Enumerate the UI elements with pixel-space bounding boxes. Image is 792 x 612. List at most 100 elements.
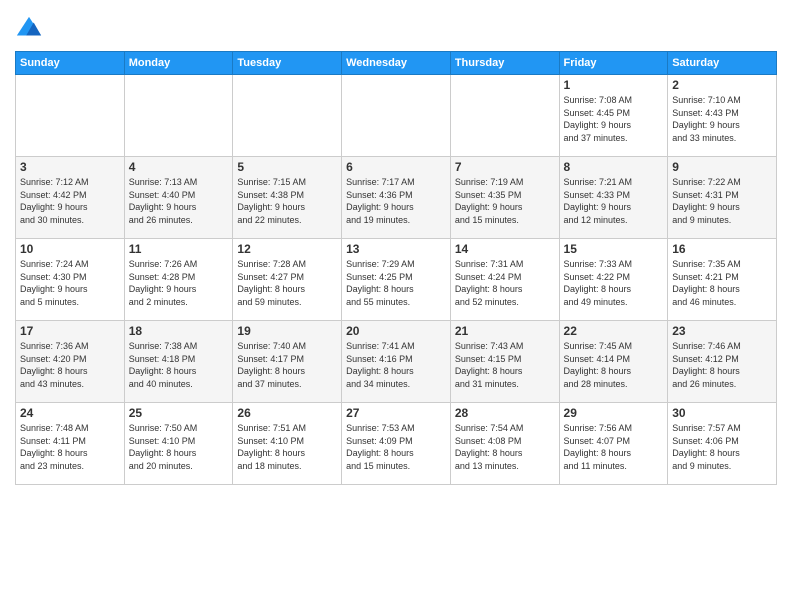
day-number: 13 [346, 242, 446, 256]
calendar-cell: 30 Sunrise: 7:57 AM Sunset: 4:06 PM Dayli… [668, 403, 777, 485]
weekday-header-friday: Friday [559, 52, 668, 75]
calendar-cell [342, 75, 451, 157]
day-info: Sunrise: 7:36 AM Sunset: 4:20 PM Dayligh… [20, 340, 120, 390]
day-number: 24 [20, 406, 120, 420]
day-info: Sunrise: 7:08 AM Sunset: 4:45 PM Dayligh… [564, 94, 664, 144]
day-info: Sunrise: 7:57 AM Sunset: 4:06 PM Dayligh… [672, 422, 772, 472]
day-number: 26 [237, 406, 337, 420]
calendar-cell: 27 Sunrise: 7:53 AM Sunset: 4:09 PM Dayli… [342, 403, 451, 485]
calendar-cell [16, 75, 125, 157]
calendar-cell: 25Sunrise: 7:50 AM Sunset: 4:10 PM Dayli… [124, 403, 233, 485]
weekday-header-tuesday: Tuesday [233, 52, 342, 75]
day-number: 20 [346, 324, 446, 338]
calendar-cell: 28 Sunrise: 7:54 AM Sunset: 4:08 PM Dayli… [450, 403, 559, 485]
day-info: Sunrise: 7:15 AM Sunset: 4:38 PM Dayligh… [237, 176, 337, 226]
calendar-row-4: 24 Sunrise: 7:48 AM Sunset: 4:11 PM Dayli… [16, 403, 777, 485]
day-number: 10 [20, 242, 120, 256]
day-number: 1 [564, 78, 664, 92]
day-info: Sunrise: 7:10 AM Sunset: 4:43 PM Dayligh… [672, 94, 772, 144]
calendar-table: SundayMondayTuesdayWednesdayThursdayFrid… [15, 51, 777, 485]
day-number: 12 [237, 242, 337, 256]
day-info: Sunrise: 7:41 AM Sunset: 4:16 PM Dayligh… [346, 340, 446, 390]
day-info: Sunrise: 7:13 AM Sunset: 4:40 PM Dayligh… [129, 176, 229, 226]
day-number: 18 [129, 324, 229, 338]
calendar-cell: 9 Sunrise: 7:22 AM Sunset: 4:31 PM Daylig… [668, 157, 777, 239]
day-info: Sunrise: 7:19 AM Sunset: 4:35 PM Dayligh… [455, 176, 555, 226]
day-info: Sunrise: 7:43 AM Sunset: 4:15 PM Dayligh… [455, 340, 555, 390]
weekday-header-thursday: Thursday [450, 52, 559, 75]
calendar-cell: 8Sunrise: 7:21 AM Sunset: 4:33 PM Daylig… [559, 157, 668, 239]
day-number: 7 [455, 160, 555, 174]
day-number: 28 [455, 406, 555, 420]
day-info: Sunrise: 7:53 AM Sunset: 4:09 PM Dayligh… [346, 422, 446, 472]
calendar-cell [124, 75, 233, 157]
day-number: 2 [672, 78, 772, 92]
day-number: 29 [564, 406, 664, 420]
calendar-cell: 17 Sunrise: 7:36 AM Sunset: 4:20 PM Dayli… [16, 321, 125, 403]
day-number: 27 [346, 406, 446, 420]
day-number: 4 [129, 160, 229, 174]
logo-icon [15, 15, 43, 43]
day-number: 23 [672, 324, 772, 338]
day-info: Sunrise: 7:33 AM Sunset: 4:22 PM Dayligh… [564, 258, 664, 308]
day-info: Sunrise: 7:21 AM Sunset: 4:33 PM Dayligh… [564, 176, 664, 226]
day-info: Sunrise: 7:54 AM Sunset: 4:08 PM Dayligh… [455, 422, 555, 472]
calendar-cell [450, 75, 559, 157]
calendar-cell: 26 Sunrise: 7:51 AM Sunset: 4:10 PM Dayli… [233, 403, 342, 485]
calendar-cell: 7 Sunrise: 7:19 AM Sunset: 4:35 PM Daylig… [450, 157, 559, 239]
day-number: 5 [237, 160, 337, 174]
day-number: 16 [672, 242, 772, 256]
day-info: Sunrise: 7:48 AM Sunset: 4:11 PM Dayligh… [20, 422, 120, 472]
calendar-row-1: 3 Sunrise: 7:12 AM Sunset: 4:42 PM Daylig… [16, 157, 777, 239]
day-info: Sunrise: 7:45 AM Sunset: 4:14 PM Dayligh… [564, 340, 664, 390]
calendar-cell: 19 Sunrise: 7:40 AM Sunset: 4:17 PM Dayli… [233, 321, 342, 403]
day-number: 15 [564, 242, 664, 256]
day-number: 14 [455, 242, 555, 256]
calendar-row-3: 17 Sunrise: 7:36 AM Sunset: 4:20 PM Dayli… [16, 321, 777, 403]
day-info: Sunrise: 7:22 AM Sunset: 4:31 PM Dayligh… [672, 176, 772, 226]
day-number: 30 [672, 406, 772, 420]
calendar-cell: 15 Sunrise: 7:33 AM Sunset: 4:22 PM Dayli… [559, 239, 668, 321]
day-info: Sunrise: 7:40 AM Sunset: 4:17 PM Dayligh… [237, 340, 337, 390]
day-number: 22 [564, 324, 664, 338]
day-number: 19 [237, 324, 337, 338]
day-info: Sunrise: 7:46 AM Sunset: 4:12 PM Dayligh… [672, 340, 772, 390]
header [15, 10, 777, 43]
calendar-row-0: 1 Sunrise: 7:08 AM Sunset: 4:45 PM Daylig… [16, 75, 777, 157]
weekday-header-sunday: Sunday [16, 52, 125, 75]
day-number: 11 [129, 242, 229, 256]
day-info: Sunrise: 7:51 AM Sunset: 4:10 PM Dayligh… [237, 422, 337, 472]
calendar-cell: 3 Sunrise: 7:12 AM Sunset: 4:42 PM Daylig… [16, 157, 125, 239]
calendar-row-2: 10 Sunrise: 7:24 AM Sunset: 4:30 PM Dayli… [16, 239, 777, 321]
calendar-cell: 13Sunrise: 7:29 AM Sunset: 4:25 PM Dayli… [342, 239, 451, 321]
weekday-header-monday: Monday [124, 52, 233, 75]
calendar-cell: 11 Sunrise: 7:26 AM Sunset: 4:28 PM Dayli… [124, 239, 233, 321]
day-info: Sunrise: 7:38 AM Sunset: 4:18 PM Dayligh… [129, 340, 229, 390]
calendar-cell [233, 75, 342, 157]
calendar-cell: 2 Sunrise: 7:10 AM Sunset: 4:43 PM Daylig… [668, 75, 777, 157]
calendar-cell: 18 Sunrise: 7:38 AM Sunset: 4:18 PM Dayli… [124, 321, 233, 403]
logo [15, 15, 47, 43]
calendar-cell: 12 Sunrise: 7:28 AM Sunset: 4:27 PM Dayli… [233, 239, 342, 321]
day-info: Sunrise: 7:26 AM Sunset: 4:28 PM Dayligh… [129, 258, 229, 308]
day-info: Sunrise: 7:24 AM Sunset: 4:30 PM Dayligh… [20, 258, 120, 308]
day-info: Sunrise: 7:17 AM Sunset: 4:36 PM Dayligh… [346, 176, 446, 226]
calendar-cell: 6 Sunrise: 7:17 AM Sunset: 4:36 PM Daylig… [342, 157, 451, 239]
calendar-cell: 24 Sunrise: 7:48 AM Sunset: 4:11 PM Dayli… [16, 403, 125, 485]
calendar-cell: 14 Sunrise: 7:31 AM Sunset: 4:24 PM Dayli… [450, 239, 559, 321]
day-number: 3 [20, 160, 120, 174]
calendar-cell: 16Sunrise: 7:35 AM Sunset: 4:21 PM Dayli… [668, 239, 777, 321]
day-info: Sunrise: 7:31 AM Sunset: 4:24 PM Dayligh… [455, 258, 555, 308]
day-number: 21 [455, 324, 555, 338]
weekday-header-row: SundayMondayTuesdayWednesdayThursdayFrid… [16, 52, 777, 75]
day-number: 6 [346, 160, 446, 174]
day-info: Sunrise: 7:28 AM Sunset: 4:27 PM Dayligh… [237, 258, 337, 308]
day-number: 25 [129, 406, 229, 420]
day-number: 9 [672, 160, 772, 174]
day-info: Sunrise: 7:56 AM Sunset: 4:07 PM Dayligh… [564, 422, 664, 472]
day-number: 17 [20, 324, 120, 338]
calendar-cell: 10 Sunrise: 7:24 AM Sunset: 4:30 PM Dayli… [16, 239, 125, 321]
weekday-header-saturday: Saturday [668, 52, 777, 75]
calendar-cell: 22 Sunrise: 7:45 AM Sunset: 4:14 PM Dayli… [559, 321, 668, 403]
day-info: Sunrise: 7:12 AM Sunset: 4:42 PM Dayligh… [20, 176, 120, 226]
